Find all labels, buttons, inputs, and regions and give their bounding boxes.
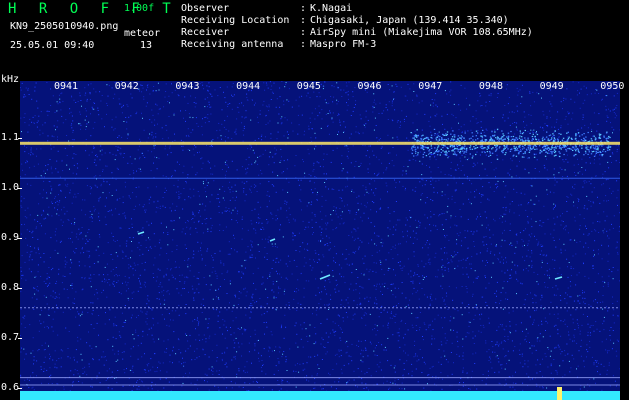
meteor-echo	[269, 238, 276, 242]
meteor-label: meteor	[124, 28, 161, 39]
x-tick-label: 0948	[478, 81, 503, 92]
header-panel: H R O F F T 1.00f KN9_2505010940.png met…	[0, 0, 629, 76]
noise-field	[20, 81, 620, 400]
y-tick-label: 1.1	[1, 132, 20, 144]
y-tick-mark	[18, 188, 22, 190]
y-axis-unit: kHz	[1, 74, 20, 85]
x-tick-label: 0949	[539, 81, 564, 92]
receiver-key: Receiver	[181, 27, 230, 38]
x-tick-label: 0941	[54, 81, 79, 92]
y-tick-label: 0.7	[1, 331, 20, 343]
y-tick-label: 0.9	[1, 232, 20, 243]
spectrogram-plot	[20, 81, 620, 400]
antenna-key: Receiving antenna	[181, 39, 284, 50]
carrier-line	[20, 141, 620, 145]
x-tick-label: 0947	[418, 81, 443, 92]
y-tick-mark	[18, 238, 22, 239]
receiver-value: AirSpy mini (Miakejima VOR 108.65MHz)	[310, 27, 533, 38]
x-tick-label: 0946	[357, 81, 382, 92]
x-tick-label: 0944	[236, 81, 261, 92]
y-tick-mark	[18, 337, 22, 339]
observer-value: K.Nagai	[310, 3, 353, 14]
y-tick-label: 0.6	[1, 381, 20, 393]
location-key: Receiving Location	[181, 15, 290, 26]
x-tick-label: 0943	[175, 81, 200, 92]
floor-spike	[557, 387, 562, 400]
meteor-echo	[554, 276, 563, 280]
info-separator: :	[300, 27, 307, 38]
info-separator: :	[300, 15, 307, 26]
x-tick-label: 0950	[600, 81, 625, 92]
y-tick-mark	[18, 387, 22, 389]
datetime: 25.05.01 09:40	[10, 40, 95, 51]
spectrogram-svg	[20, 81, 620, 400]
observer-key: Observer	[181, 3, 230, 14]
y-tick-mark	[18, 138, 22, 140]
info-separator: :	[300, 39, 307, 50]
y-tick-label: 0.8	[1, 281, 20, 293]
y-tick-mark	[18, 287, 22, 289]
meteor-echo	[137, 231, 145, 235]
meteor-count: 13	[140, 40, 153, 51]
noise-floor-strip	[20, 391, 620, 400]
x-tick-label: 0942	[114, 81, 139, 92]
location-value: Chigasaki, Japan (139.414 35.340)	[310, 15, 509, 26]
app-version: 1.00f	[124, 3, 155, 14]
meteor-echo	[319, 274, 331, 280]
info-separator: :	[300, 3, 307, 14]
y-tick-label: 1.0	[1, 182, 20, 194]
file-name: KN9_2505010940.png	[10, 21, 119, 32]
x-tick-label: 0945	[296, 81, 321, 92]
antenna-value: Maspro FM-3	[310, 39, 377, 50]
